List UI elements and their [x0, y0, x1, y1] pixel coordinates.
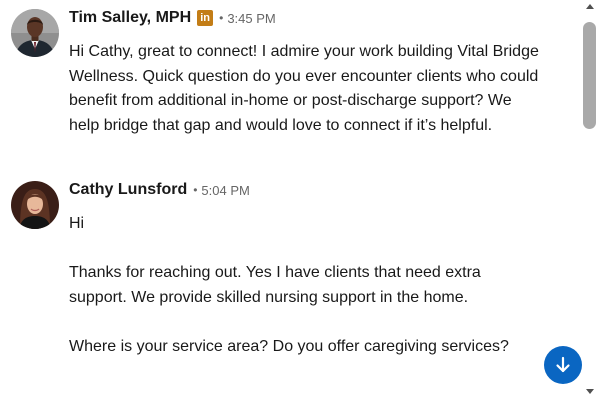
premium-badge-icon: in — [197, 10, 214, 26]
message-timestamp: 5:04 PM — [201, 182, 250, 198]
message-paragraph: Hi Cathy, great to connect! I admire you… — [69, 43, 539, 134]
arrow-down-icon — [556, 356, 570, 373]
message-thread: Tim Salley, MPH in • 3:45 PM Hi Cathy, g… — [0, 0, 580, 402]
message-body: Hi Cathy, great to connect! I admire you… — [69, 40, 539, 163]
message-paragraph: Thanks for reaching out. Yes I have clie… — [69, 264, 481, 306]
avatar-cathy-lunsford[interactable] — [11, 181, 59, 229]
message-paragraph: Where is your service area? Do you offer… — [69, 337, 509, 355]
scrollbar-thumb[interactable] — [583, 22, 596, 129]
triangle-down-icon[interactable] — [583, 385, 597, 397]
triangle-up-icon[interactable] — [583, 0, 597, 12]
avatar-image — [11, 9, 59, 57]
message-body: Hi Thanks for reaching out. Yes I have c… — [69, 212, 539, 384]
sender-name[interactable]: Cathy Lunsford — [69, 181, 187, 199]
jump-to-latest-button[interactable] — [544, 346, 582, 384]
message-timestamp: 3:45 PM — [227, 10, 276, 26]
separator-dot: • — [219, 11, 224, 25]
message-header: Tim Salley, MPH in • 3:45 PM — [69, 6, 276, 30]
avatar-tim-salley[interactable] — [11, 9, 59, 57]
avatar-image — [11, 181, 59, 229]
message-paragraph: Hi — [69, 215, 85, 232]
sender-name[interactable]: Tim Salley, MPH — [69, 9, 191, 27]
message-header: Cathy Lunsford • 5:04 PM — [69, 178, 250, 202]
separator-dot: • — [193, 183, 198, 197]
